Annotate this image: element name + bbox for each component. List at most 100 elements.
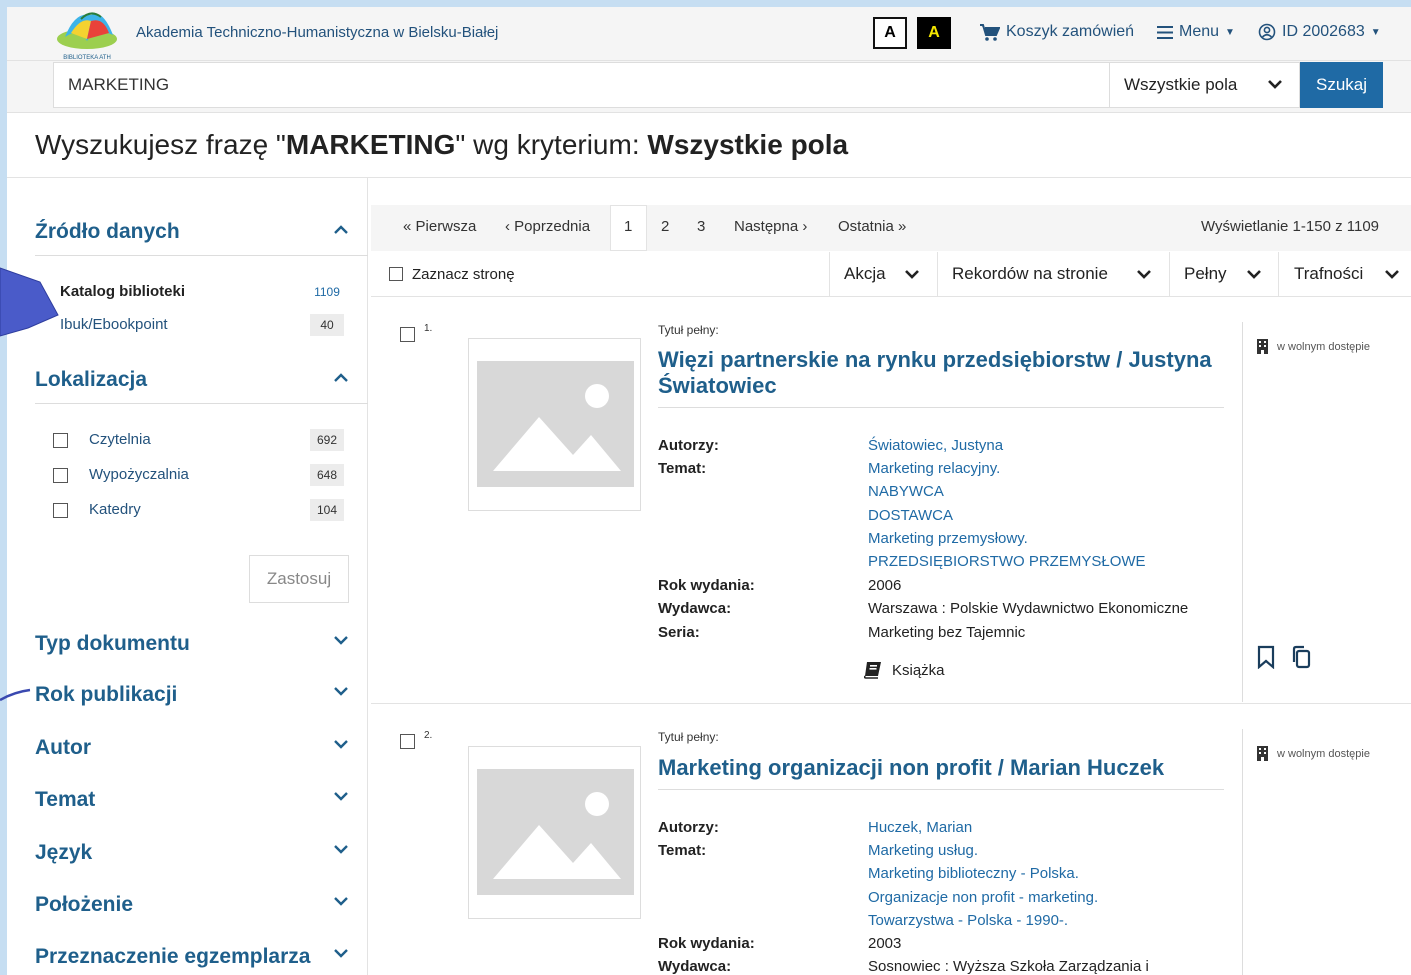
library-logo[interactable]: BIBLIOTEKA ATH — [51, 7, 123, 61]
facet-subject-header[interactable]: Temat — [35, 788, 95, 812]
facet-source-catalog[interactable]: Katalog biblioteki — [60, 283, 185, 300]
subject-link[interactable]: PRZEDSIĘBIORSTWO PRZEMYSŁOWE — [868, 553, 1146, 570]
contrast-high-button[interactable]: A — [917, 17, 951, 49]
user-menu[interactable]: ID 2002683 ▼ — [1258, 23, 1381, 41]
chevron-down-icon[interactable] — [1384, 266, 1400, 282]
subject-link[interactable]: Marketing przemysłowy. — [868, 530, 1028, 547]
building-icon — [1257, 746, 1268, 761]
pager-page-3[interactable]: 3 — [697, 218, 705, 235]
record-number: 2. — [424, 730, 433, 741]
chevron-down-icon[interactable] — [333, 895, 349, 907]
book-logo-icon: BIBLIOTEKA ATH — [57, 12, 117, 61]
copy-icon[interactable] — [1289, 645, 1313, 669]
cart-link[interactable]: Koszyk zamówień — [980, 23, 1134, 41]
select-page-checkbox[interactable] — [389, 267, 403, 281]
subject-link[interactable]: Organizacje non profit - marketing. — [868, 889, 1098, 906]
author-link[interactable]: Światowiec, Justyna — [868, 437, 1003, 454]
chevron-down-icon[interactable] — [333, 685, 349, 697]
facet-language-header[interactable]: Język — [35, 841, 92, 865]
sort-dropdown[interactable]: Trafności — [1294, 264, 1363, 284]
facet-location-header[interactable]: Lokalizacja — [35, 368, 147, 392]
divider — [35, 403, 368, 404]
facet-count: 648 — [310, 464, 344, 486]
location-checkbox-wypozyczalnia[interactable] — [53, 468, 68, 483]
action-dropdown[interactable]: Akcja — [844, 264, 886, 284]
search-input[interactable] — [53, 62, 1110, 108]
publisher-label: Wydawca: — [658, 958, 732, 975]
record-title-line2[interactable]: Światowiec — [658, 373, 777, 399]
divider — [937, 252, 938, 297]
location-checkbox-czytelnia[interactable] — [53, 433, 68, 448]
facet-author-header[interactable]: Autor — [35, 736, 91, 760]
record-cover[interactable] — [468, 338, 641, 511]
record-title-line1[interactable]: Więzi partnerskie na rynku przedsiębiors… — [658, 347, 1212, 373]
facet-source-header[interactable]: Źródło danych — [35, 220, 180, 244]
location-checkbox-katedry[interactable] — [53, 503, 68, 518]
subject-link[interactable]: NABYWCA — [868, 483, 944, 500]
chevron-down-icon[interactable] — [333, 947, 349, 959]
record-title-line1[interactable]: Marketing organizacji non profit / Maria… — [658, 755, 1164, 781]
subject-link[interactable]: Towarzystwa - Polska - 1990-. — [868, 912, 1068, 929]
caret-down-icon: ▼ — [1370, 26, 1381, 38]
building-icon — [1257, 339, 1268, 354]
contrast-normal-button[interactable]: A — [873, 17, 907, 49]
chevron-down-icon[interactable] — [333, 790, 349, 802]
search-field-value: Wszystkie pola — [1124, 75, 1238, 94]
chevron-down-icon[interactable] — [333, 738, 349, 750]
pager-first[interactable]: « Pierwsza — [403, 218, 476, 235]
facet-location-wypozyczalnia[interactable]: Wypożyczalnia — [89, 466, 189, 483]
author-link[interactable]: Huczek, Marian — [868, 819, 972, 836]
pager-page-2[interactable]: 2 — [661, 218, 669, 235]
facet-doctype-header[interactable]: Typ dokumentu — [35, 632, 190, 656]
facet-year-header[interactable]: Rok publikacji — [35, 683, 177, 707]
subject-label: Temat: — [658, 460, 707, 477]
record-checkbox[interactable] — [400, 734, 415, 749]
chevron-down-icon[interactable] — [1136, 266, 1152, 282]
facet-location-czytelnia[interactable]: Czytelnia — [89, 431, 151, 448]
pager-next[interactable]: Następna › — [734, 218, 807, 235]
facet-source-ibuk[interactable]: Ibuk/Ebookpoint — [60, 316, 168, 333]
divider — [658, 407, 1224, 408]
chevron-down-icon[interactable] — [904, 266, 920, 282]
chevron-up-icon[interactable] — [333, 372, 349, 384]
publisher-label: Wydawca: — [658, 600, 732, 617]
select-page-label[interactable]: Zaznacz stronę — [412, 266, 515, 283]
book-icon — [864, 662, 881, 679]
chevron-down-icon[interactable] — [333, 843, 349, 855]
headline-criterion: Wszystkie pola — [647, 129, 849, 160]
search-field-select[interactable]: Wszystkie pola — [1109, 62, 1300, 108]
facet-position-header[interactable]: Położenie — [35, 893, 133, 917]
hamburger-icon — [1157, 25, 1173, 39]
publisher-value: Warszawa : Polskie Wydawnictwo Ekonomicz… — [868, 600, 1189, 617]
chevron-down-icon[interactable] — [1246, 266, 1262, 282]
chevron-up-icon[interactable] — [333, 224, 349, 236]
bookmark-icon[interactable] — [1256, 645, 1276, 669]
title-label: Tytuł pełny: — [658, 323, 719, 337]
catalog-page: BIBLIOTEKA ATH Akademia Techniczno-Human… — [7, 7, 1411, 975]
results-summary: Wyświetlanie 1-150 z 1109 — [1201, 218, 1380, 235]
facet-copy-purpose-header[interactable]: Przeznaczenie egzemplarza — [35, 945, 310, 969]
chevron-down-icon[interactable] — [333, 634, 349, 646]
menu-button[interactable]: Menu ▼ — [1157, 23, 1235, 41]
year-label: Rok wydania: — [658, 935, 755, 952]
search-headline: Wyszukujesz frazę "MARKETING" wg kryteri… — [35, 129, 848, 161]
apply-filter-button[interactable]: Zastosuj — [249, 555, 349, 603]
record-checkbox[interactable] — [400, 327, 415, 342]
library-name[interactable]: Akademia Techniczno-Humanistyczna w Biel… — [136, 24, 498, 41]
pager-last[interactable]: Ostatnia » — [838, 218, 906, 235]
pager-page-1[interactable]: 1 — [624, 218, 632, 235]
facet-location-katedry[interactable]: Katedry — [89, 501, 141, 518]
search-button[interactable]: Szukaj — [1300, 62, 1383, 108]
subject-link[interactable]: Marketing usług. — [868, 842, 978, 859]
pager-prev[interactable]: ‹ Poprzednia — [505, 218, 590, 235]
availability-label: w wolnym dostępie — [1277, 340, 1370, 353]
subject-link[interactable]: Marketing relacyjny. — [868, 460, 1000, 477]
subject-link[interactable]: DOSTAWCA — [868, 507, 953, 524]
doc-type-label: Książka — [892, 661, 945, 679]
per-page-dropdown[interactable]: Rekordów na stronie — [952, 264, 1108, 284]
facet-sidebar: Źródło danych Katalog biblioteki 1109 Ib… — [7, 178, 368, 975]
record-cover[interactable] — [468, 746, 641, 919]
user-id-label: ID 2002683 — [1282, 23, 1365, 40]
view-dropdown[interactable]: Pełny — [1184, 264, 1227, 284]
subject-link[interactable]: Marketing biblioteczny - Polska. — [868, 865, 1079, 882]
